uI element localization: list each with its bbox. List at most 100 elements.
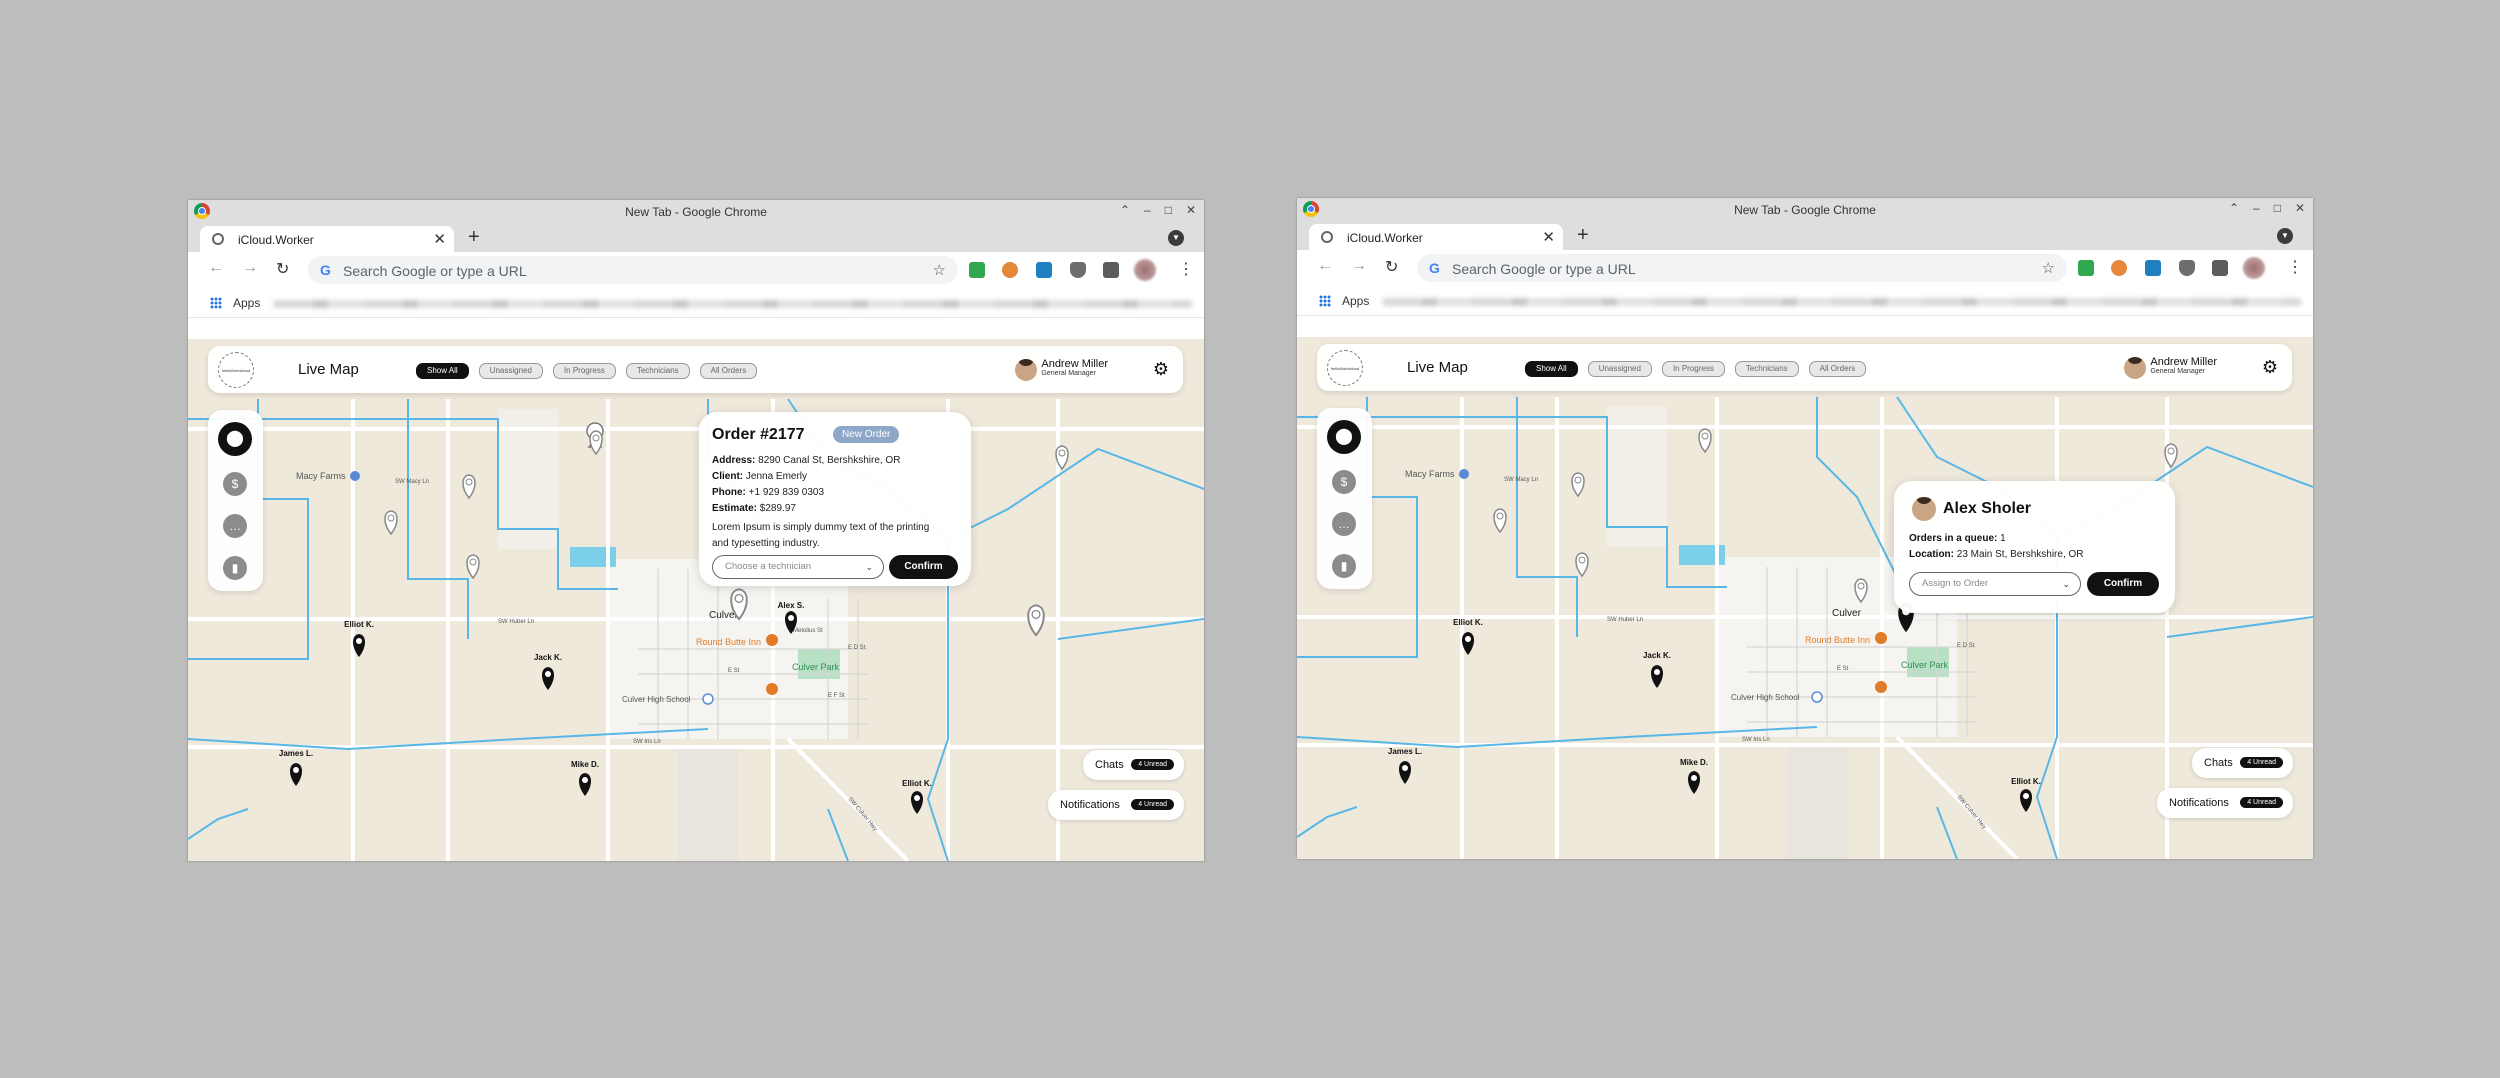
notifications-unread-badge: 4 Unread [2240,797,2283,808]
shield-extension-icon[interactable] [1070,262,1086,278]
chevron-up-icon[interactable]: ⌃ [2229,201,2239,215]
map-label-macy-farms: Macy Farms [296,471,346,481]
money-bag-icon[interactable]: $ [1332,470,1356,494]
filter-all-orders[interactable]: All Orders [1808,361,1867,377]
notifications-chip[interactable]: Notifications 4 Unread [1048,790,1184,820]
user-profile[interactable]: Andrew Miller General Manager [1015,358,1108,384]
minimize-icon[interactable]: – [1144,203,1151,217]
browser-window-right: New Tab - Google Chrome ⌃ – □ ✕ iCloud.W… [1297,198,2313,859]
map-label-culver-high-school: Culver High School [1731,693,1800,702]
chats-unread-badge: 4 Unread [1131,759,1174,770]
m-extension-icon[interactable] [1036,262,1052,278]
map-canvas[interactable]: Macy Farms SW Macy Ln SW Huber Ln SW Iri… [188,339,1204,861]
reload-icon[interactable]: ↻ [1385,257,1398,277]
app-logo[interactable]: helloWorldcloud [1327,350,1363,386]
tab-search-icon[interactable]: ▼ [2277,228,2293,244]
avatar [2124,357,2147,379]
technician-select[interactable]: Choose a technician ⌄ [712,555,884,579]
tab-close-icon[interactable]: ✕ [1542,228,1555,246]
google-icon: G [1429,260,1440,276]
apps-label[interactable]: Apps [233,296,260,310]
order-popup: Order #2177 New Order Address: 8290 Cana… [699,412,971,586]
filter-show-all[interactable]: Show All [1525,361,1578,377]
app-header: helloWorldcloud Live Map Show All Unassi… [1317,344,2292,391]
apps-label[interactable]: Apps [1342,294,1369,308]
extension-icon[interactable] [2111,260,2127,276]
reload-icon[interactable]: ↻ [276,259,289,279]
map-label-round-butte-inn: Round Butte Inn [1805,635,1870,645]
chevron-up-icon[interactable]: ⌃ [1120,203,1130,217]
new-tab-icon[interactable]: + [1577,224,1589,247]
tab-search-icon[interactable]: ▼ [1168,230,1184,246]
chat-icon[interactable]: … [223,514,247,538]
money-bag-icon[interactable]: $ [223,472,247,496]
address-placeholder: Search Google or type a URL [343,263,527,279]
close-window-icon[interactable]: ✕ [1186,203,1196,217]
maximize-icon[interactable]: □ [1165,203,1172,217]
app-viewport: Macy Farms SW Macy Ln SW Huber Ln SW Iri… [188,339,1204,861]
puzzle-icon[interactable] [2212,260,2228,276]
filter-show-all[interactable]: Show All [416,363,469,379]
extension-icon[interactable] [1002,262,1018,278]
filter-bar: Show All Unassigned In Progress Technici… [1525,361,1867,377]
user-name: Andrew Miller [2150,356,2217,368]
sheets-extension-icon[interactable] [969,262,985,278]
m-extension-icon[interactable] [2145,260,2161,276]
forward-icon[interactable]: → [1351,257,1367,275]
assign-order-select[interactable]: Assign to Order ⌄ [1909,572,2081,596]
shield-extension-icon[interactable] [2179,260,2195,276]
address-placeholder: Search Google or type a URL [1452,261,1636,277]
window-title: New Tab - Google Chrome [625,205,767,219]
confirm-button[interactable]: Confirm [2087,572,2159,596]
profile-avatar[interactable] [2243,257,2265,279]
technician-name: Alex Sholer [1943,500,2032,517]
map-pin-icon[interactable]: ⬤ [218,422,252,456]
map-pin-icon[interactable]: ⬤ [1327,420,1361,454]
confirm-button[interactable]: Confirm [889,555,958,579]
gear-icon[interactable]: ⚙ [1153,359,1169,380]
close-window-icon[interactable]: ✕ [2295,201,2305,215]
bar-chart-icon[interactable]: ▮ [223,556,247,580]
technician-avatar [1912,497,1936,521]
tab-close-icon[interactable]: ✕ [433,230,446,248]
browser-tab[interactable]: iCloud.Worker ✕ [200,226,454,252]
chats-chip[interactable]: Chats 4 Unread [2192,748,2293,778]
filter-all-orders[interactable]: All Orders [699,363,758,379]
puzzle-icon[interactable] [1103,262,1119,278]
gear-icon[interactable]: ⚙ [2262,357,2278,378]
user-profile[interactable]: Andrew Miller General Manager [2124,356,2217,382]
filter-unassigned[interactable]: Unassigned [1587,361,1652,377]
bar-chart-icon[interactable]: ▮ [1332,554,1356,578]
apps-icon[interactable] [210,297,222,309]
browser-tab[interactable]: iCloud.Worker ✕ [1309,224,1563,250]
tech-label-elliot-k-2: Elliot K. [902,779,932,788]
back-icon[interactable]: ← [1317,257,1333,275]
filter-in-progress[interactable]: In Progress [1661,361,1725,377]
map-label-culver-park: Culver Park [792,662,840,672]
address-bar[interactable]: G Search Google or type a URL ☆ [1417,254,2067,282]
sheets-extension-icon[interactable] [2078,260,2094,276]
tab-strip: iCloud.Worker ✕ + ▼ [1297,220,2313,250]
notifications-chip[interactable]: Notifications 4 Unread [2157,788,2293,818]
chats-chip[interactable]: Chats 4 Unread [1083,750,1184,780]
apps-icon[interactable] [1319,295,1331,307]
profile-avatar[interactable] [1134,259,1156,281]
filter-unassigned[interactable]: Unassigned [478,363,543,379]
chat-icon[interactable]: … [1332,512,1356,536]
back-icon[interactable]: ← [208,259,224,277]
minimize-icon[interactable]: – [2253,201,2260,215]
kebab-menu-icon[interactable]: ⋮ [1178,259,1194,279]
filter-technicians[interactable]: Technicians [1734,361,1799,377]
app-logo[interactable]: helloWorldcloud [218,352,254,388]
address-bar[interactable]: G Search Google or type a URL ☆ [308,256,958,284]
filter-technicians[interactable]: Technicians [625,363,690,379]
bookmark-star-icon[interactable]: ☆ [933,261,946,279]
forward-icon[interactable]: → [242,259,258,277]
new-tab-icon[interactable]: + [468,226,480,249]
notifications-label: Notifications [1060,799,1120,811]
app-header: helloWorldcloud Live Map Show All Unassi… [208,346,1183,393]
bookmark-star-icon[interactable]: ☆ [2042,259,2055,277]
filter-in-progress[interactable]: In Progress [552,363,616,379]
maximize-icon[interactable]: □ [2274,201,2281,215]
kebab-menu-icon[interactable]: ⋮ [2287,257,2303,277]
